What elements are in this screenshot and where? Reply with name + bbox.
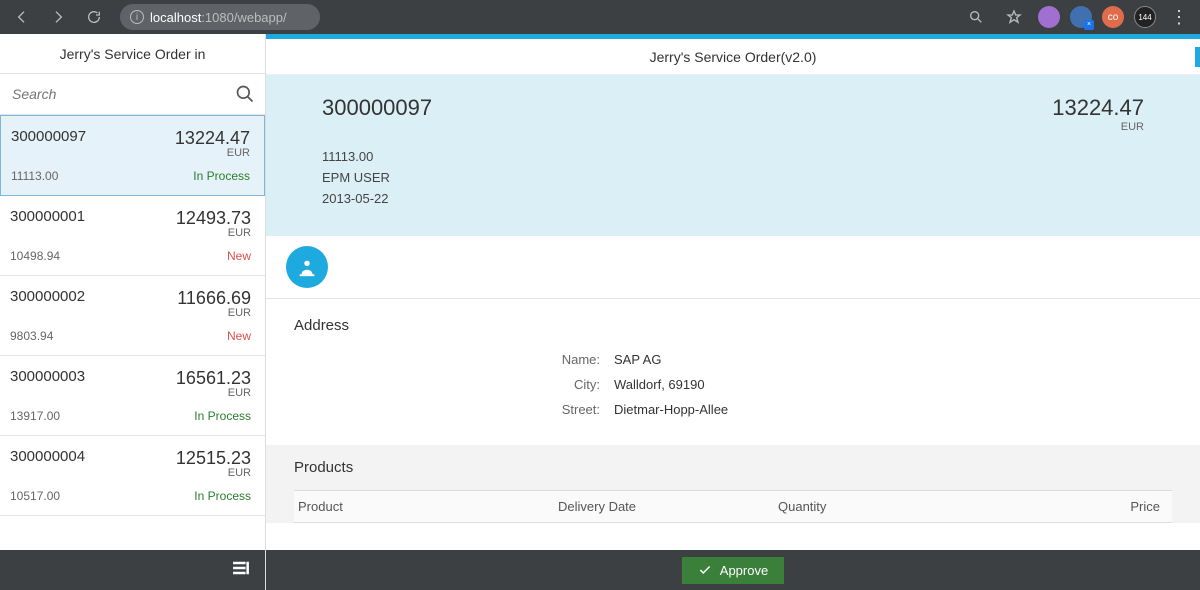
order-date: 2013-05-22 bbox=[322, 191, 1144, 206]
list-item-id: 300000002 bbox=[10, 288, 85, 305]
forward-button[interactable] bbox=[44, 3, 72, 31]
order-list: 30000009713224.47EUR11113.00In Process30… bbox=[0, 115, 265, 550]
master-footer bbox=[0, 550, 265, 590]
icon-tab-bar bbox=[266, 236, 1200, 299]
order-user: EPM USER bbox=[322, 170, 1144, 185]
check-icon bbox=[698, 563, 712, 577]
products-table-header: Product Delivery Date Quantity Price bbox=[294, 490, 1172, 523]
reload-button[interactable] bbox=[80, 3, 108, 31]
order-list-item[interactable]: 30000000211666.69EUR9803.94New bbox=[0, 276, 265, 356]
zoom-icon[interactable] bbox=[962, 3, 990, 31]
list-item-status: In Process bbox=[193, 169, 250, 183]
site-info-icon[interactable]: i bbox=[130, 10, 144, 24]
list-item-id: 300000004 bbox=[10, 448, 85, 465]
order-list-item[interactable]: 30000000412515.23EUR10517.00In Process bbox=[0, 436, 265, 516]
address-city: Walldorf, 69190 bbox=[614, 377, 1172, 392]
browser-toolbar: i localhost:1080/webapp/ × co 144 ⋮ bbox=[0, 0, 1200, 34]
order-list-item[interactable]: 30000009713224.47EUR11113.00In Process bbox=[0, 115, 265, 196]
address-section: Address Name: SAP AG City: Walldorf, 691… bbox=[266, 299, 1200, 445]
address-section-title: Address bbox=[294, 317, 1172, 334]
col-delivery: Delivery Date bbox=[558, 499, 778, 514]
profile-badge[interactable]: 144 bbox=[1134, 6, 1156, 28]
address-label-city: City: bbox=[294, 377, 614, 392]
list-item-net: 13917.00 bbox=[10, 409, 60, 423]
col-price: Price bbox=[998, 499, 1168, 514]
toolbar-right: × co 144 ⋮ bbox=[962, 3, 1192, 31]
list-item-amount: 16561.23 bbox=[176, 368, 251, 389]
order-list-item[interactable]: 30000000316561.23EUR13917.00In Process bbox=[0, 356, 265, 436]
order-net: 11113.00 bbox=[322, 149, 1144, 164]
search-icon[interactable] bbox=[235, 84, 255, 104]
address-street: Dietmar-Hopp-Allee bbox=[614, 402, 1172, 417]
extension-icon[interactable] bbox=[1038, 6, 1060, 28]
list-item-amount: 12493.73 bbox=[176, 208, 251, 229]
list-settings-icon[interactable] bbox=[231, 558, 251, 583]
extension-icon[interactable]: co bbox=[1102, 6, 1124, 28]
object-header: 300000097 13224.47 EUR 11113.00 EPM USER… bbox=[266, 75, 1200, 236]
approve-button[interactable]: Approve bbox=[682, 557, 784, 584]
supplier-icon[interactable] bbox=[286, 246, 328, 288]
url-host: localhost bbox=[150, 10, 201, 25]
detail-footer: Approve bbox=[266, 550, 1200, 590]
list-item-id: 300000097 bbox=[11, 128, 86, 145]
list-item-status: In Process bbox=[194, 409, 251, 423]
list-item-amount: 13224.47 bbox=[175, 128, 250, 149]
browser-menu-icon[interactable]: ⋮ bbox=[1166, 7, 1192, 28]
list-item-status: New bbox=[227, 329, 251, 343]
list-item-net: 10517.00 bbox=[10, 489, 60, 503]
url-path: :1080/webapp/ bbox=[201, 10, 286, 25]
list-item-status: New bbox=[227, 249, 251, 263]
master-title: Jerry's Service Order in bbox=[0, 34, 265, 74]
list-item-status: In Process bbox=[194, 489, 251, 503]
search-input[interactable] bbox=[0, 74, 265, 114]
list-item-net: 11113.00 bbox=[11, 169, 58, 183]
address-name: SAP AG bbox=[614, 352, 1172, 367]
address-label-street: Street: bbox=[294, 402, 614, 417]
products-section-title: Products bbox=[294, 459, 1172, 476]
order-currency: EUR bbox=[1052, 121, 1144, 133]
address-bar[interactable]: i localhost:1080/webapp/ bbox=[120, 4, 320, 30]
approve-label: Approve bbox=[720, 563, 768, 578]
extension-icon[interactable]: × bbox=[1070, 6, 1092, 28]
order-id: 300000097 bbox=[322, 95, 432, 121]
col-product: Product bbox=[298, 499, 558, 514]
products-section: Products Product Delivery Date Quantity … bbox=[266, 445, 1200, 523]
back-button[interactable] bbox=[8, 3, 36, 31]
list-item-amount: 11666.69 bbox=[177, 288, 251, 309]
col-quantity: Quantity bbox=[778, 499, 998, 514]
detail-app-title: Jerry's Service Order(v2.0) bbox=[266, 39, 1200, 75]
list-item-amount: 12515.23 bbox=[176, 448, 251, 469]
order-list-item[interactable]: 30000000112493.73EUR10498.94New bbox=[0, 196, 265, 276]
list-item-id: 300000003 bbox=[10, 368, 85, 385]
master-panel: Jerry's Service Order in 300000097 13224.… bbox=[0, 34, 266, 590]
address-label-name: Name: bbox=[294, 352, 614, 367]
list-item-net: 9803.94 bbox=[10, 329, 53, 343]
detail-panel: Jerry's Service Order(v2.0) 300000097 13… bbox=[266, 34, 1200, 590]
bookmark-star-icon[interactable] bbox=[1000, 3, 1028, 31]
list-item-net: 10498.94 bbox=[10, 249, 60, 263]
order-amount: 13224.47 bbox=[1052, 95, 1144, 121]
list-item-id: 300000001 bbox=[10, 208, 85, 225]
